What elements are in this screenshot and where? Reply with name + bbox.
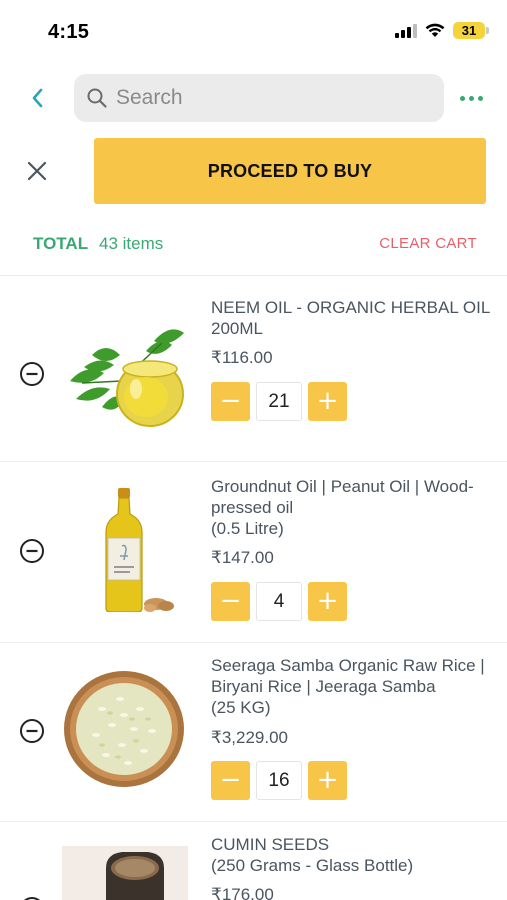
cart-item: CUMIN SEEDS (250 Grams - Glass Bottle) ₹… [0, 822, 507, 900]
decrease-quantity-button[interactable]: − [211, 582, 250, 621]
status-bar: 4:15 31 [0, 0, 507, 60]
quantity-stepper: − 21 + [211, 382, 347, 421]
product-price: ₹176.00 [211, 885, 274, 900]
proceed-to-buy-button[interactable]: PROCEED TO BUY [94, 138, 486, 204]
battery-level: 31 [461, 23, 477, 38]
minus-circle-icon[interactable] [19, 896, 45, 900]
groundnut-oil-bottle-image [105, 488, 174, 612]
product-price: ₹3,229.00 [211, 728, 288, 747]
quantity-value[interactable]: 4 [256, 582, 302, 621]
header [0, 70, 507, 126]
search-bar[interactable] [74, 74, 444, 122]
chevron-left-icon[interactable] [24, 84, 52, 112]
product-price: ₹116.00 [211, 348, 273, 367]
quantity-stepper: − 4 + [211, 582, 347, 621]
cart-item: NEEM OIL - ORGANIC HERBAL OIL 200ML ₹116… [0, 276, 507, 461]
status-time: 4:15 [48, 21, 90, 43]
increase-quantity-button[interactable]: + [308, 382, 347, 421]
minus-circle-icon[interactable] [19, 361, 45, 387]
cart-item: Groundnut Oil | Peanut Oil | Wood-presse… [0, 462, 507, 642]
rice-bowl-image [64, 671, 184, 787]
product-name[interactable]: Groundnut Oil | Peanut Oil | Wood-presse… [211, 476, 491, 539]
product-name[interactable]: Seeraga Samba Organic Raw Rice | Biryani… [211, 655, 491, 718]
cart-summary: TOTAL 43 items CLEAR CART [0, 228, 507, 260]
minus-circle-icon[interactable] [19, 718, 45, 744]
decrease-quantity-button[interactable]: − [211, 382, 250, 421]
total-label: TOTAL [33, 234, 89, 253]
search-icon [87, 88, 107, 108]
neem-oil-image [70, 329, 184, 427]
close-icon[interactable] [24, 158, 50, 184]
increase-quantity-button[interactable]: + [308, 761, 347, 800]
signal-icon [395, 23, 417, 38]
checkout-row: PROCEED TO BUY [0, 138, 507, 204]
search-input[interactable] [116, 86, 416, 110]
item-count: 43 items [99, 234, 164, 253]
quantity-stepper: − 16 + [211, 761, 347, 800]
clear-cart-button[interactable]: CLEAR CART [379, 235, 477, 252]
status-icons: 31 [395, 22, 489, 39]
cart-item: Seeraga Samba Organic Raw Rice | Biryani… [0, 643, 507, 821]
product-name[interactable]: CUMIN SEEDS (250 Grams - Glass Bottle) [211, 834, 491, 876]
minus-circle-icon[interactable] [19, 538, 45, 564]
quantity-value[interactable]: 21 [256, 382, 302, 421]
cumin-seeds-jar-image [62, 846, 188, 900]
decrease-quantity-button[interactable]: − [211, 761, 250, 800]
product-price: ₹147.00 [211, 548, 274, 567]
increase-quantity-button[interactable]: + [308, 582, 347, 621]
product-name[interactable]: NEEM OIL - ORGANIC HERBAL OIL 200ML [211, 297, 491, 339]
quantity-value[interactable]: 16 [256, 761, 302, 800]
wifi-icon [425, 23, 445, 37]
more-dots-icon[interactable] [460, 96, 483, 101]
battery-indicator: 31 [453, 22, 489, 39]
